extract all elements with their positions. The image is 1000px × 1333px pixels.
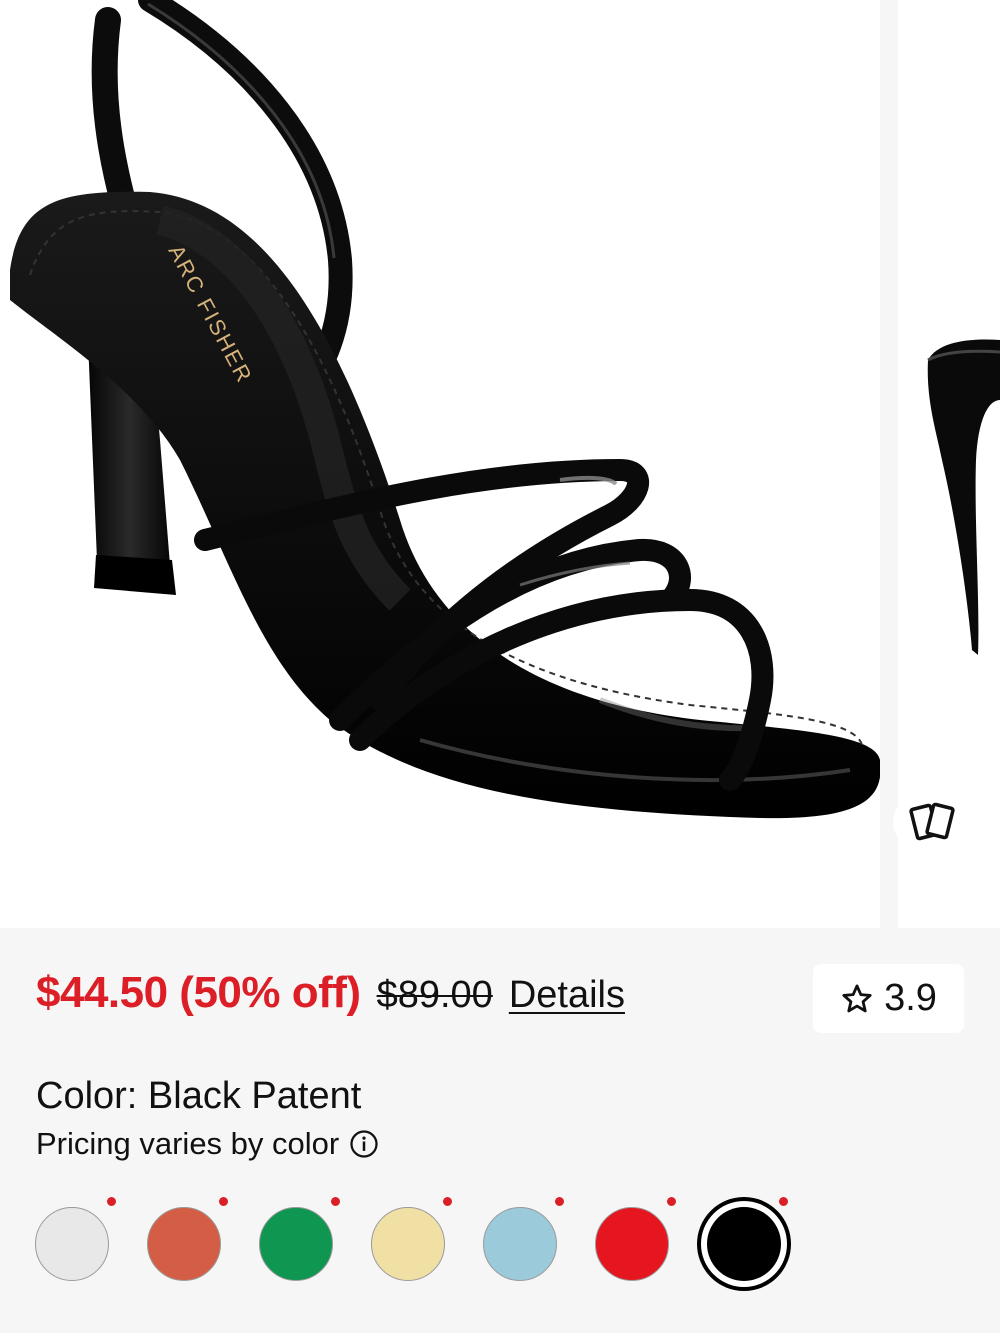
- color-swatch-rust[interactable]: [147, 1207, 221, 1281]
- product-info-panel: $44.50 (50% off) $89.00 Details 3.9 Colo…: [0, 928, 1000, 1333]
- sale-indicator-dot: [555, 1197, 564, 1206]
- color-swatch-light-blue[interactable]: [483, 1207, 557, 1281]
- pricing-note: Pricing varies by color: [36, 1126, 379, 1162]
- rating-value: 3.9: [884, 977, 937, 1019]
- color-swatch-black[interactable]: [697, 1197, 791, 1291]
- sandal-illustration: ARC FISHER: [10, 0, 880, 819]
- sale-indicator-dot: [443, 1197, 452, 1206]
- product-image-next[interactable]: [898, 0, 1000, 928]
- cards-icon: [909, 802, 955, 841]
- color-swatch-green[interactable]: [259, 1207, 333, 1281]
- sale-indicator-dot: [107, 1197, 116, 1206]
- selected-color-label: Color: Black Patent: [36, 1075, 362, 1117]
- color-swatch-red[interactable]: [595, 1207, 669, 1281]
- product-image-main[interactable]: ARC FISHER: [0, 0, 880, 928]
- swatch-fill: [707, 1207, 781, 1281]
- price-row: $44.50 (50% off) $89.00 Details: [36, 968, 625, 1018]
- sale-price: $44.50 (50% off): [36, 968, 361, 1017]
- sale-indicator-dot: [779, 1197, 788, 1206]
- color-swatch-white[interactable]: [35, 1207, 109, 1281]
- sale-indicator-dot: [667, 1197, 676, 1206]
- next-image-preview: [927, 339, 1000, 655]
- sale-indicator-dot: [331, 1197, 340, 1206]
- pricing-note-text: Pricing varies by color: [36, 1126, 340, 1161]
- price-details-link[interactable]: Details: [509, 974, 625, 1017]
- product-image-gallery[interactable]: ARC FISHER: [0, 0, 1000, 928]
- original-price: $89.00: [376, 974, 493, 1016]
- info-icon[interactable]: [349, 1129, 379, 1159]
- view-toggle-button[interactable]: [893, 794, 977, 850]
- star-outline-icon: [842, 984, 872, 1012]
- color-swatch-butter[interactable]: [371, 1207, 445, 1281]
- rating-button[interactable]: 3.9: [813, 964, 964, 1033]
- sale-indicator-dot: [219, 1197, 228, 1206]
